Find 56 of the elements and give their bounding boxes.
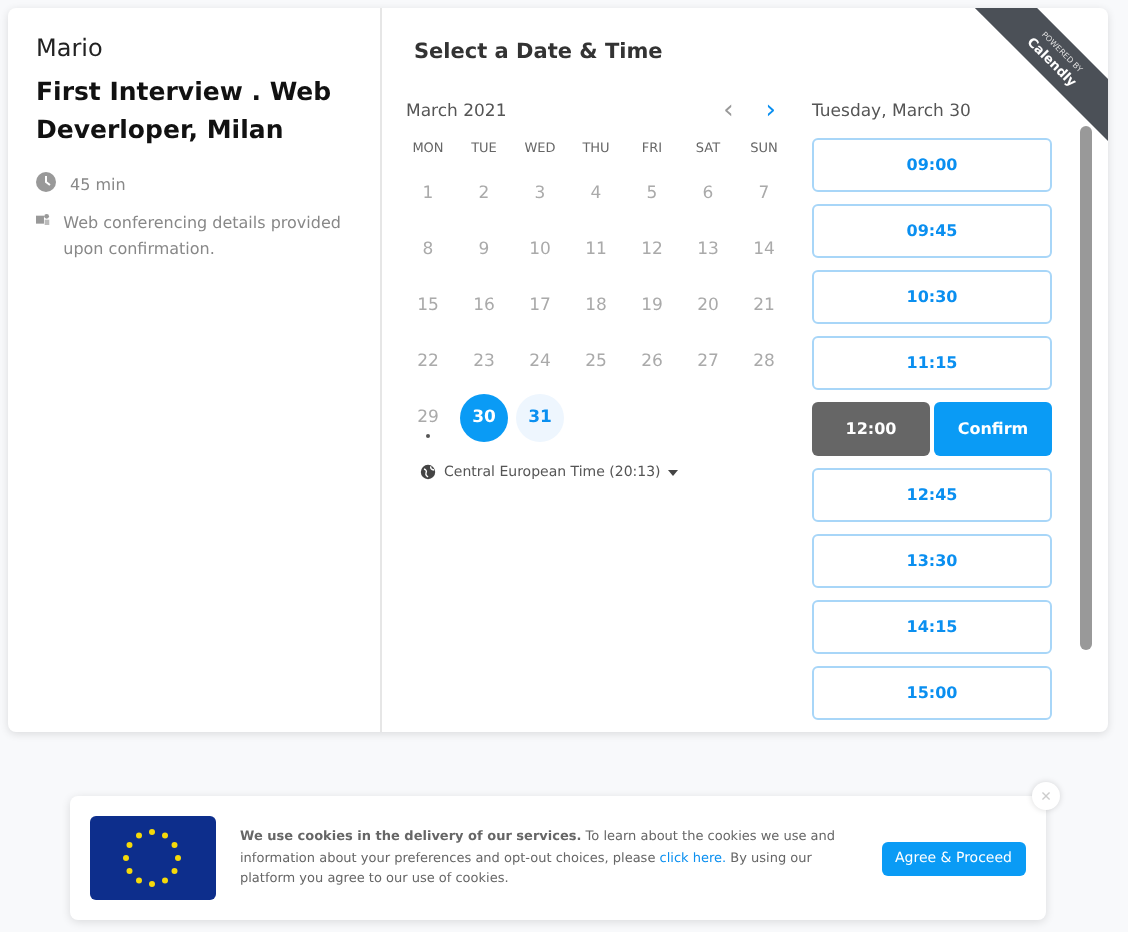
scrollbar[interactable] xyxy=(1080,126,1092,650)
calendar-day: 24 xyxy=(516,337,564,385)
time-slot[interactable]: 13:30 xyxy=(812,534,1052,588)
calendar-day: 23 xyxy=(460,337,508,385)
calendar-day: 25 xyxy=(572,337,620,385)
calendar-day: 3 xyxy=(516,169,564,217)
globe-icon xyxy=(420,464,436,480)
next-month-button[interactable]: › xyxy=(749,98,792,126)
calendar-day: 28 xyxy=(740,337,788,385)
scheduler-title: Select a Date & Time xyxy=(412,40,663,64)
time-slot[interactable]: 11:15 xyxy=(812,336,1052,390)
time-slot[interactable]: 15:00 xyxy=(812,666,1052,720)
event-detail: 45 min xyxy=(70,174,126,198)
calendar-day: 16 xyxy=(460,281,508,329)
calendar-day: 26 xyxy=(628,337,676,385)
event-detail: Web conferencing details provided upon confirmation. xyxy=(63,212,343,262)
confirm-button[interactable]: Confirm xyxy=(934,402,1052,456)
calendar-day: 17 xyxy=(516,281,564,329)
clock-icon xyxy=(36,172,56,192)
date-heading: Tuesday, March 30 xyxy=(812,100,973,126)
calendar-day: 2 xyxy=(460,169,508,217)
caret-icon xyxy=(668,469,679,475)
calendar-day: 13 xyxy=(684,225,732,273)
time-slot[interactable]: 12:45 xyxy=(812,468,1052,522)
calendar-day: 15 xyxy=(404,281,452,329)
calendar-day: 21 xyxy=(740,281,788,329)
host-name: Mario xyxy=(36,34,105,62)
flag-icon xyxy=(90,816,216,900)
calendar-day: 4 xyxy=(572,169,620,217)
calendar-day: 22 xyxy=(404,337,452,385)
time-slot[interactable]: 09:00 xyxy=(812,138,1052,192)
calendar-day: 10 xyxy=(516,225,564,273)
calendar-day: 8 xyxy=(404,225,452,273)
video-chat-icon xyxy=(36,210,50,228)
month-label: March 2021 xyxy=(406,102,509,122)
time-slot[interactable]: 10:30 xyxy=(812,270,1052,324)
calendar-day[interactable]: 30 xyxy=(460,393,508,441)
calendar-day: 1 xyxy=(404,169,452,217)
calendar-day: 19 xyxy=(628,281,676,329)
time-slot[interactable]: 14:15 xyxy=(812,600,1052,654)
calendar-day: 7 xyxy=(740,169,788,217)
previous-month-button[interactable]: ‹ xyxy=(707,98,750,126)
calendar-day: 18 xyxy=(572,281,620,329)
calendar-day[interactable]: 31 xyxy=(516,393,564,441)
calendar-day: 27 xyxy=(684,337,732,385)
calendar-day: 11 xyxy=(572,225,620,273)
calendar-day: 12 xyxy=(628,225,676,273)
time-slot[interactable]: 09:45 xyxy=(812,204,1052,258)
calendar-day: 29 xyxy=(404,393,452,441)
calendar-day: 5 xyxy=(628,169,676,217)
calendar-day: 14 xyxy=(740,225,788,273)
calendar-day: 9 xyxy=(460,225,508,273)
time-slot[interactable]: 12:00 xyxy=(812,402,930,456)
calendar-day: 6 xyxy=(684,169,732,217)
calendar-day: 20 xyxy=(684,281,732,329)
event-title: First Interview . Web Deverloper, Milan xyxy=(36,74,334,148)
